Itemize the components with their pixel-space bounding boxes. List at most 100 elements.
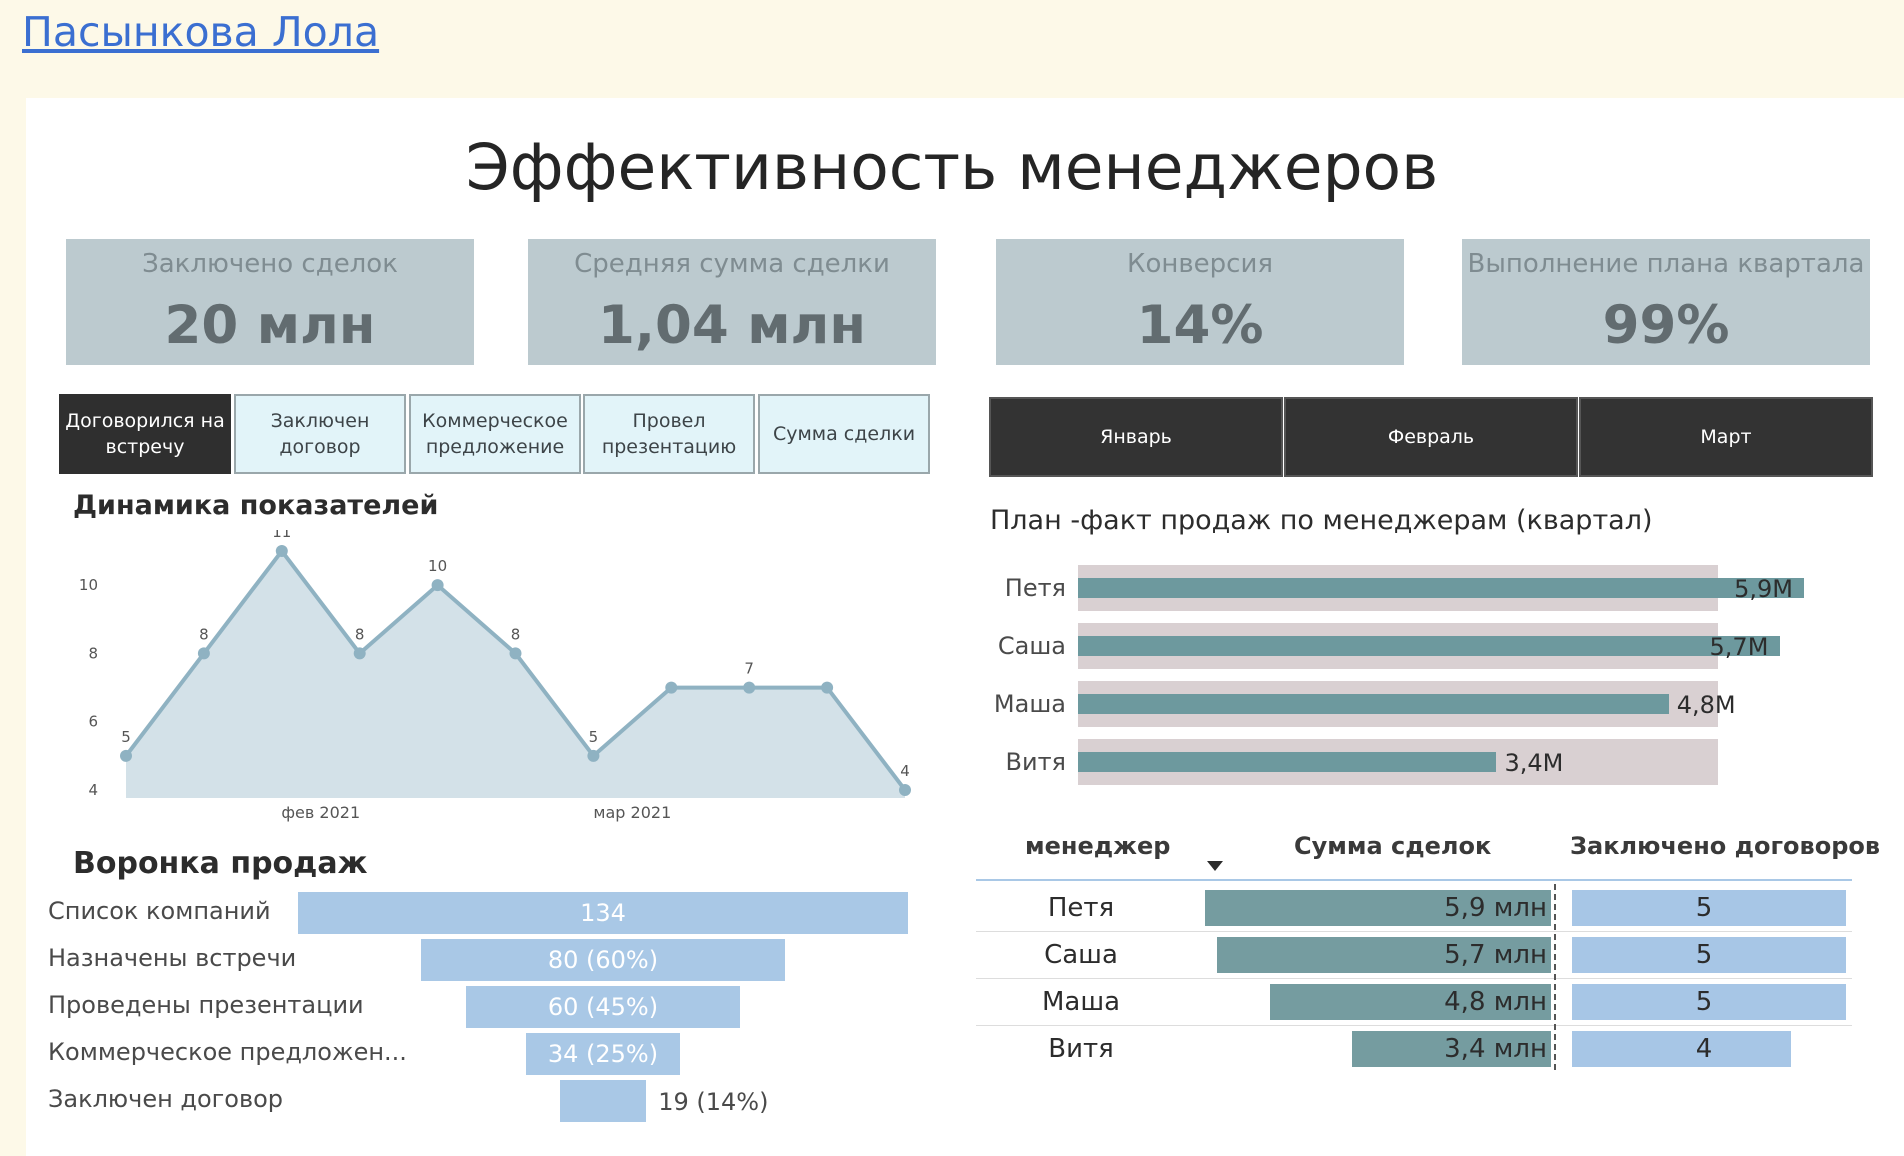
metric-button-presentation[interactable]: Провел презентацию <box>583 394 755 474</box>
sort-desc-icon[interactable] <box>1207 861 1223 871</box>
funnel-data-label: 19 (14%) <box>658 1088 769 1116</box>
funnel-data-label: 60 (45%) <box>547 993 659 1021</box>
kpi-plan-value: 99% <box>1602 295 1730 356</box>
metric-button-contract[interactable]: Заключен договор <box>234 394 406 474</box>
dashboard-title: Эффективность менеджеров <box>465 131 1439 204</box>
funnel-stage-label: Коммерческое предложен... <box>48 1038 407 1066</box>
table-cell-manager[interactable]: Петя <box>976 893 1186 923</box>
kpi-conversion-card: Конверсия 14% <box>996 239 1404 365</box>
planfact-chart-title: План -факт продаж по менеджерам (квартал… <box>990 505 1653 536</box>
table-cell-sum: 5,9 млн <box>1444 893 1547 923</box>
area-point <box>275 545 288 557</box>
metric-button-sum[interactable]: Сумма сделки <box>758 394 930 474</box>
area-point <box>899 784 911 796</box>
funnel-stage-label: Проведены презентации <box>48 991 364 1019</box>
y-tick-label: 10 <box>79 576 98 594</box>
area-point <box>353 647 366 660</box>
kpi-deals-value: 20 млн <box>164 295 376 356</box>
kpi-avg-card: Средняя сумма сделки 1,04 млн <box>528 239 936 365</box>
dynamics-chart-title: Динамика показателей <box>73 490 439 521</box>
kpi-avg-label: Средняя сумма сделки <box>574 249 890 279</box>
funnel-bar[interactable]: 134 <box>298 892 908 934</box>
funnel-bar[interactable] <box>559 1080 647 1122</box>
funnel-bar[interactable]: 80 (60%) <box>420 939 786 981</box>
planfact-category-label: Витя <box>1005 748 1066 776</box>
author-link[interactable]: Пасынкова Лола <box>22 8 379 56</box>
planfact-data-label: 3,4M <box>1504 749 1564 777</box>
planfact-data-label: 5,9M <box>1734 575 1794 603</box>
kpi-conversion-label: Конверсия <box>1126 249 1274 279</box>
month-button-march[interactable]: Март <box>1579 397 1873 477</box>
kpi-deals-card: Заключено сделок 20 млн <box>66 239 474 365</box>
y-tick-label: 8 <box>88 644 98 662</box>
table-cell-sum: 3,4 млн <box>1444 1034 1547 1064</box>
funnel-data-label: 134 <box>580 899 626 927</box>
area-point <box>431 579 444 592</box>
table-cell-manager[interactable]: Саша <box>976 940 1186 970</box>
table-row-divider <box>976 931 1852 932</box>
month-button-february[interactable]: Февраль <box>1284 397 1578 477</box>
funnel-data-label: 34 (25%) <box>547 1040 659 1068</box>
kpi-plan-label: Выполнение плана квартала <box>1467 249 1865 279</box>
table-cell-contracts: 5 <box>1695 940 1713 970</box>
table-cell-contracts: 5 <box>1695 893 1713 923</box>
area-point <box>821 681 834 694</box>
area-point <box>587 749 600 762</box>
table-header-divider <box>976 879 1852 881</box>
table-header-manager[interactable]: менеджер <box>1025 832 1170 860</box>
metric-button-offer[interactable]: Коммерческое предложение <box>409 394 581 474</box>
area-fill <box>126 551 905 798</box>
table-cell-manager[interactable]: Маша <box>976 987 1186 1017</box>
funnel-bar[interactable]: 60 (45%) <box>466 986 740 1028</box>
area-point <box>743 681 756 694</box>
planfact-data-label: 5,7M <box>1709 633 1769 661</box>
area-data-label: 10 <box>428 557 447 575</box>
y-tick-label: 4 <box>88 781 98 799</box>
table-cell-contracts: 5 <box>1695 987 1713 1017</box>
area-data-label: 4 <box>900 762 910 780</box>
funnel-stage-label: Заключен договор <box>48 1085 284 1113</box>
kpi-plan-card: Выполнение плана квартала 99% <box>1462 239 1870 365</box>
funnel-stage-label: Список компаний <box>48 897 271 925</box>
funnel-data-label: 80 (60%) <box>547 946 659 974</box>
funnel-bar[interactable]: 34 (25%) <box>525 1033 681 1075</box>
planfact-fact-bar[interactable] <box>1078 636 1780 656</box>
planfact-fact-bar[interactable] <box>1078 578 1805 598</box>
table-header-sum[interactable]: Сумма сделок <box>1294 832 1491 860</box>
y-tick-label: 6 <box>88 713 98 731</box>
table-row-divider <box>976 1025 1852 1026</box>
planfact-category-label: Саша <box>997 632 1066 660</box>
area-point <box>665 681 678 694</box>
planfact-data-label: 4,8M <box>1676 691 1736 719</box>
area-point <box>197 647 210 660</box>
planfact-category-label: Маша <box>993 690 1066 718</box>
dynamics-area-chart: 5 8 11 8 10 8 5 7 4 4 6 8 10 фев 2021 мар 2021 <box>79 530 911 822</box>
planfact-fact-bar[interactable] <box>1078 694 1669 714</box>
area-data-label: 5 <box>589 728 599 746</box>
area-data-label: 8 <box>199 625 209 643</box>
funnel-stage-label: Назначены встречи <box>48 944 297 972</box>
area-data-label: 8 <box>511 625 521 643</box>
table-row-divider <box>976 978 1852 979</box>
x-tick-label: фев 2021 <box>281 803 360 822</box>
area-point <box>509 647 522 660</box>
area-data-label: 5 <box>121 728 131 746</box>
area-point <box>120 749 132 762</box>
kpi-conversion-value: 14% <box>1136 295 1264 356</box>
area-data-label: 7 <box>744 660 754 678</box>
table-cell-manager[interactable]: Витя <box>976 1034 1186 1064</box>
metric-button-meeting[interactable]: Договорился на встречу <box>59 394 231 474</box>
x-tick-label: мар 2021 <box>593 803 671 822</box>
planfact-fact-bar[interactable] <box>1078 752 1497 772</box>
kpi-avg-value: 1,04 млн <box>598 295 866 356</box>
area-data-label: 8 <box>355 625 365 643</box>
planfact-category-label: Петя <box>1004 574 1066 602</box>
table-header-contracts[interactable]: Заключено договоров <box>1570 832 1880 860</box>
table-column-separator <box>1554 884 1558 1070</box>
funnel-chart-title: Воронка продаж <box>73 846 368 881</box>
month-button-january[interactable]: Январь <box>989 397 1283 477</box>
table-cell-contracts: 4 <box>1695 1034 1713 1064</box>
area-data-label: 11 <box>272 530 291 541</box>
table-cell-sum: 4,8 млн <box>1444 987 1547 1017</box>
kpi-deals-label: Заключено сделок <box>142 249 398 279</box>
